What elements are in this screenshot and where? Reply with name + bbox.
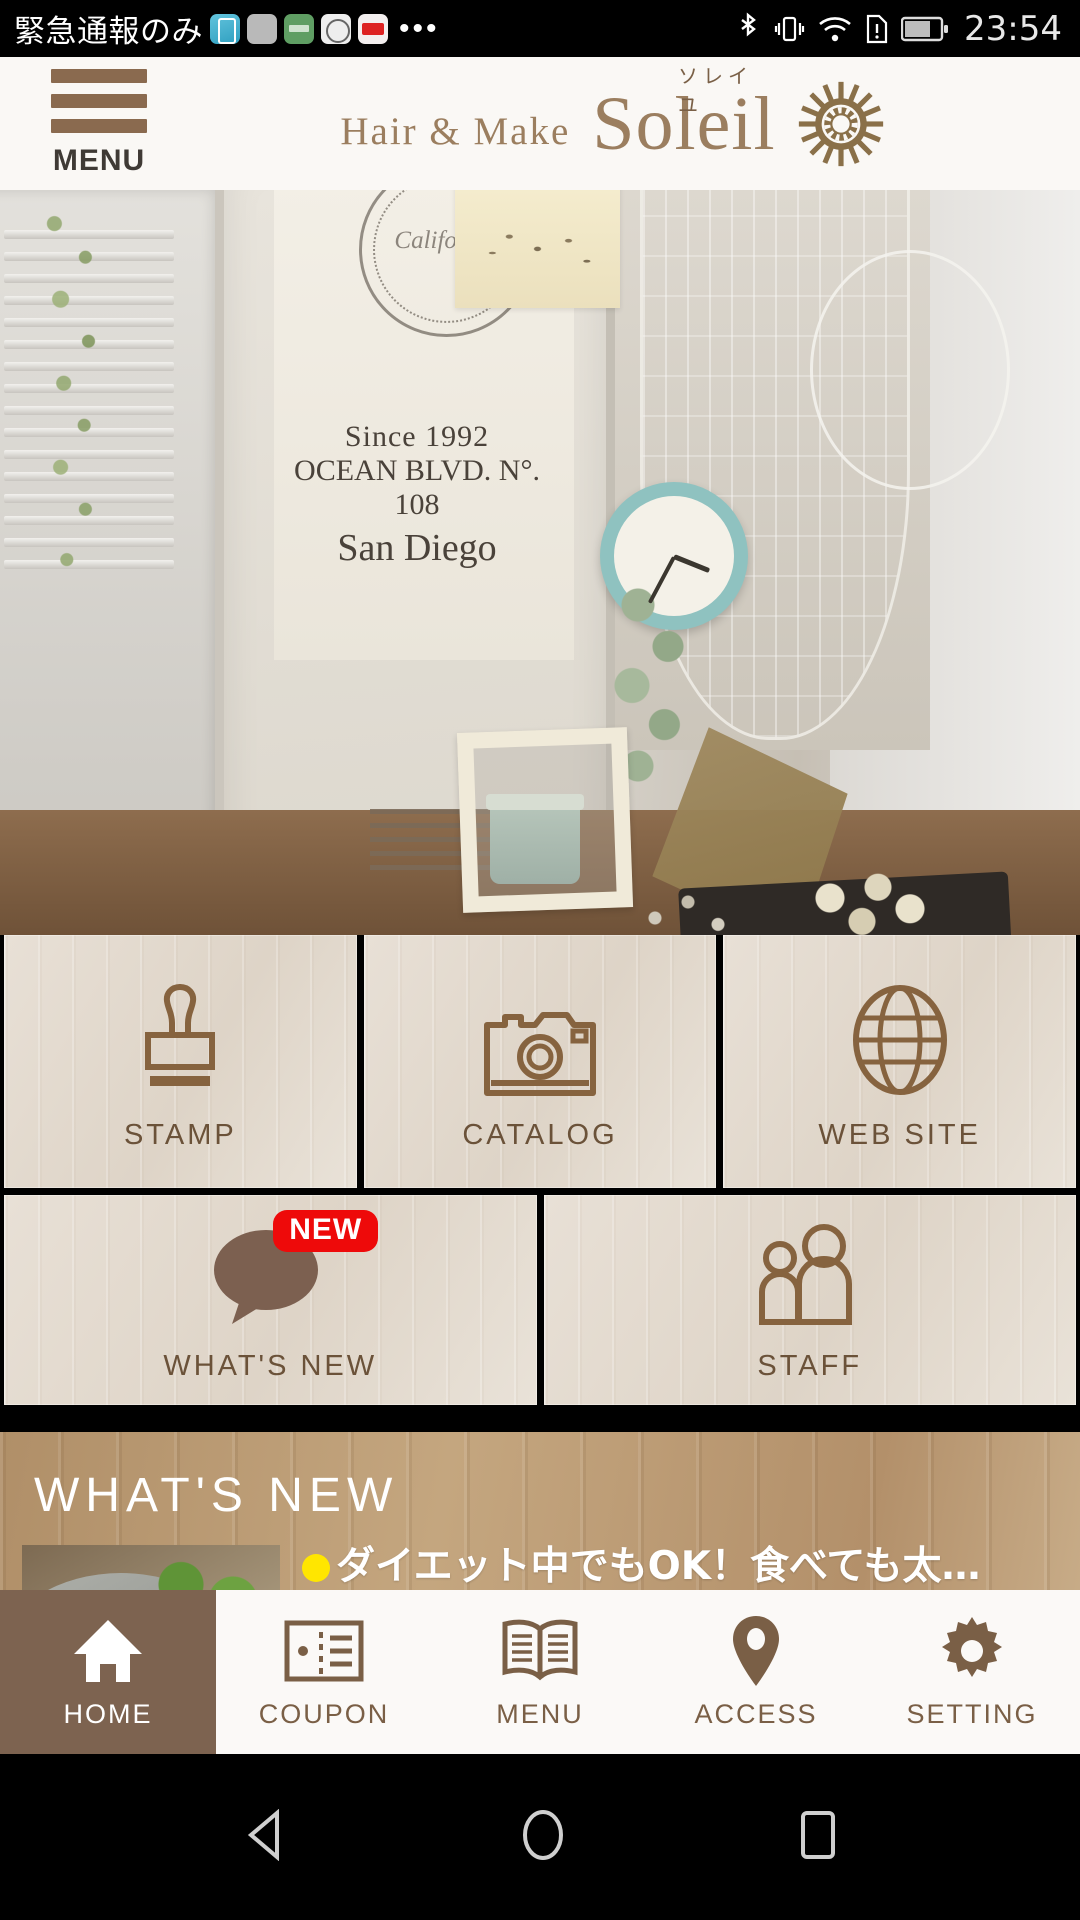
hero-door-text: Since 1992 OCEAN BLVD. N°. 108 San Diego — [274, 420, 560, 570]
nav-item-access-label: ACCESS — [694, 1698, 818, 1729]
tile-staff[interactable]: STAFF — [543, 1195, 1076, 1405]
nav-item-setting[interactable]: SETTING — [864, 1590, 1080, 1754]
bluetooth-icon — [735, 11, 761, 46]
hero-botanical-print — [455, 190, 620, 308]
recents-square-icon[interactable] — [797, 1809, 839, 1866]
app-icon-green — [284, 13, 314, 44]
gear-icon — [936, 1615, 1008, 1687]
tile-catalog[interactable]: CATALOG — [363, 935, 717, 1188]
hero-vine — [42, 190, 104, 610]
tile-grid: STAMP CATALOG WEB SITE NEW WHAT'S NEW ST… — [0, 935, 1080, 1412]
nav-item-coupon-label: COUPON — [258, 1698, 390, 1729]
whats-new-title: WHAT'S NEW — [34, 1469, 399, 1522]
menu-button[interactable]: MENU — [24, 69, 174, 178]
news-bullet-icon — [302, 1554, 330, 1582]
hero-bucket — [486, 794, 584, 884]
nav-item-setting-label: SETTING — [906, 1698, 1038, 1729]
sim-alert-icon — [864, 13, 890, 45]
back-triangle-icon[interactable] — [241, 1808, 289, 1866]
menu-button-label: MENU — [52, 144, 146, 177]
android-navigation-bar — [0, 1754, 1080, 1920]
nav-item-menu[interactable]: MENU — [432, 1590, 648, 1754]
app-icon-white-circle — [321, 13, 351, 44]
tile-staff-label: STAFF — [757, 1349, 863, 1382]
tile-whats-new-label: WHAT'S NEW — [163, 1349, 378, 1382]
tile-stamp[interactable]: STAMP — [4, 935, 357, 1188]
wifi-icon — [817, 13, 853, 45]
nav-item-home-label: HOME — [63, 1698, 153, 1729]
hero-door-line3: San Diego — [337, 527, 497, 569]
home-icon — [70, 1615, 146, 1687]
tile-whats-new[interactable]: NEW WHAT'S NEW — [4, 1195, 537, 1405]
tile-stamp-label: STAMP — [123, 1119, 237, 1151]
globe-icon — [848, 971, 952, 1099]
battery-icon — [901, 14, 949, 44]
hero-door-line2: OCEAN BLVD. N°. 108 — [294, 454, 540, 521]
book-icon — [499, 1615, 581, 1687]
nav-item-access[interactable]: ACCESS — [648, 1590, 864, 1754]
new-badge: NEW — [273, 1209, 379, 1252]
hero-shutter-door — [0, 190, 220, 830]
logo-kana-text: ソレイユ — [677, 63, 753, 117]
nav-item-coupon[interactable]: COUPON — [216, 1590, 432, 1754]
vibrate-icon — [772, 12, 806, 46]
bottom-navigation: HOME COUPON MENU ACCESS SETTING — [0, 1590, 1080, 1754]
brand-logo: Hair & Make ソレイユ Soleil — [174, 64, 1080, 172]
app-icon-grey — [247, 13, 277, 44]
tile-catalog-label: CATALOG — [462, 1119, 618, 1151]
home-circle-icon[interactable] — [519, 1808, 567, 1867]
nav-item-home[interactable]: HOME — [0, 1590, 216, 1754]
status-bar-right: 23:54 — [735, 9, 1062, 49]
hero-photo[interactable]: California Since 1992 OCEAN BLVD. N°. 10… — [0, 190, 1080, 935]
stamp-icon — [134, 971, 226, 1099]
hero-wire-loop — [810, 250, 1010, 490]
speech-bubble-icon: NEW — [208, 1209, 379, 1330]
hero-berries — [625, 878, 775, 935]
app-header: MENU Hair & Make ソレイユ Soleil — [0, 57, 1080, 190]
app-icon-blue — [210, 13, 240, 44]
tile-row-2: NEW WHAT'S NEW STAFF — [0, 1195, 1080, 1405]
status-bar-left: 緊急通報のみ ••• — [14, 6, 735, 51]
logo-name-block: ソレイユ Soleil — [592, 64, 775, 162]
app-icon-red — [358, 13, 388, 44]
nav-item-menu-label: MENU — [496, 1698, 584, 1729]
status-bar: 緊急通報のみ ••• 23:54 — [0, 0, 1080, 57]
tile-web-site[interactable]: WEB SITE — [723, 935, 1077, 1188]
people-icon — [754, 1218, 866, 1330]
tile-web-site-label: WEB SITE — [818, 1119, 981, 1151]
clock-label: 23:54 — [964, 8, 1062, 49]
logo-prefix-text: Hair & Make — [340, 110, 571, 153]
tile-row-1: STAMP CATALOG WEB SITE — [0, 935, 1080, 1188]
hamburger-icon — [51, 69, 147, 144]
news-headline: ダイエット中でもOK！食べても太… — [302, 1545, 1004, 1590]
camera-icon — [481, 971, 599, 1099]
ticket-icon — [284, 1615, 364, 1687]
carrier-label: 緊急通報のみ — [14, 14, 203, 50]
news-headline-text: ダイエット中でもOK！食べても太… — [336, 1545, 981, 1589]
notification-overflow-icon: ••• — [399, 11, 440, 45]
map-pin-icon — [728, 1615, 784, 1687]
hero-door-line1: Since 1992 — [344, 420, 490, 453]
sun-icon — [798, 81, 884, 172]
